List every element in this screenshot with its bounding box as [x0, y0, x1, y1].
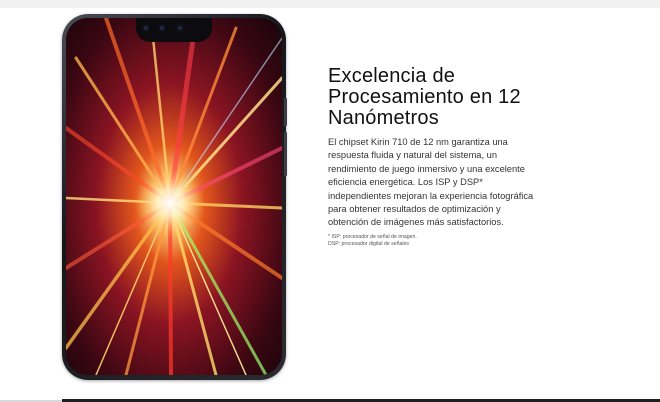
phone-screen-wallpaper: [66, 18, 282, 375]
phone-power-button: [284, 132, 287, 176]
phone-volume-button: [284, 98, 287, 126]
front-camera-icon: [158, 24, 166, 32]
front-sensor-icon: [176, 24, 184, 32]
heading-line: Nanómetros: [328, 107, 439, 129]
top-bar: [0, 0, 660, 8]
feature-heading: Excelencia de Procesamiento en 12 Nanóme…: [328, 66, 588, 129]
description-line: para obtener resultados de optimización …: [328, 204, 501, 215]
description-line: respuesta fluida y natural del sistema, …: [328, 150, 497, 161]
footnote-isp: * ISP: procesador de señal de imagen.: [328, 234, 417, 240]
heading-line: Procesamiento en 12: [328, 86, 521, 108]
heading-line: Excelencia de: [328, 65, 456, 87]
feature-description: El chipset Kirin 710 de 12 nm garantiza …: [328, 136, 590, 230]
footnotes: * ISP: procesador de señal de imagen. DS…: [328, 234, 588, 248]
description-line: obtención de imágenes más satisfactorios…: [328, 217, 504, 228]
description-line: El chipset Kirin 710 de 12 nm garantiza …: [328, 137, 508, 147]
description-line: independientes mejoran la experiencia fo…: [328, 190, 534, 201]
description-line: eficiencia energética. Los ISP y DSP*: [328, 177, 483, 188]
description-line: rendimiento de juego inmersivo y una exc…: [328, 163, 525, 174]
footnote-dsp: DSP: procesador digital de señales: [328, 241, 410, 247]
front-camera-icon: [142, 24, 150, 32]
